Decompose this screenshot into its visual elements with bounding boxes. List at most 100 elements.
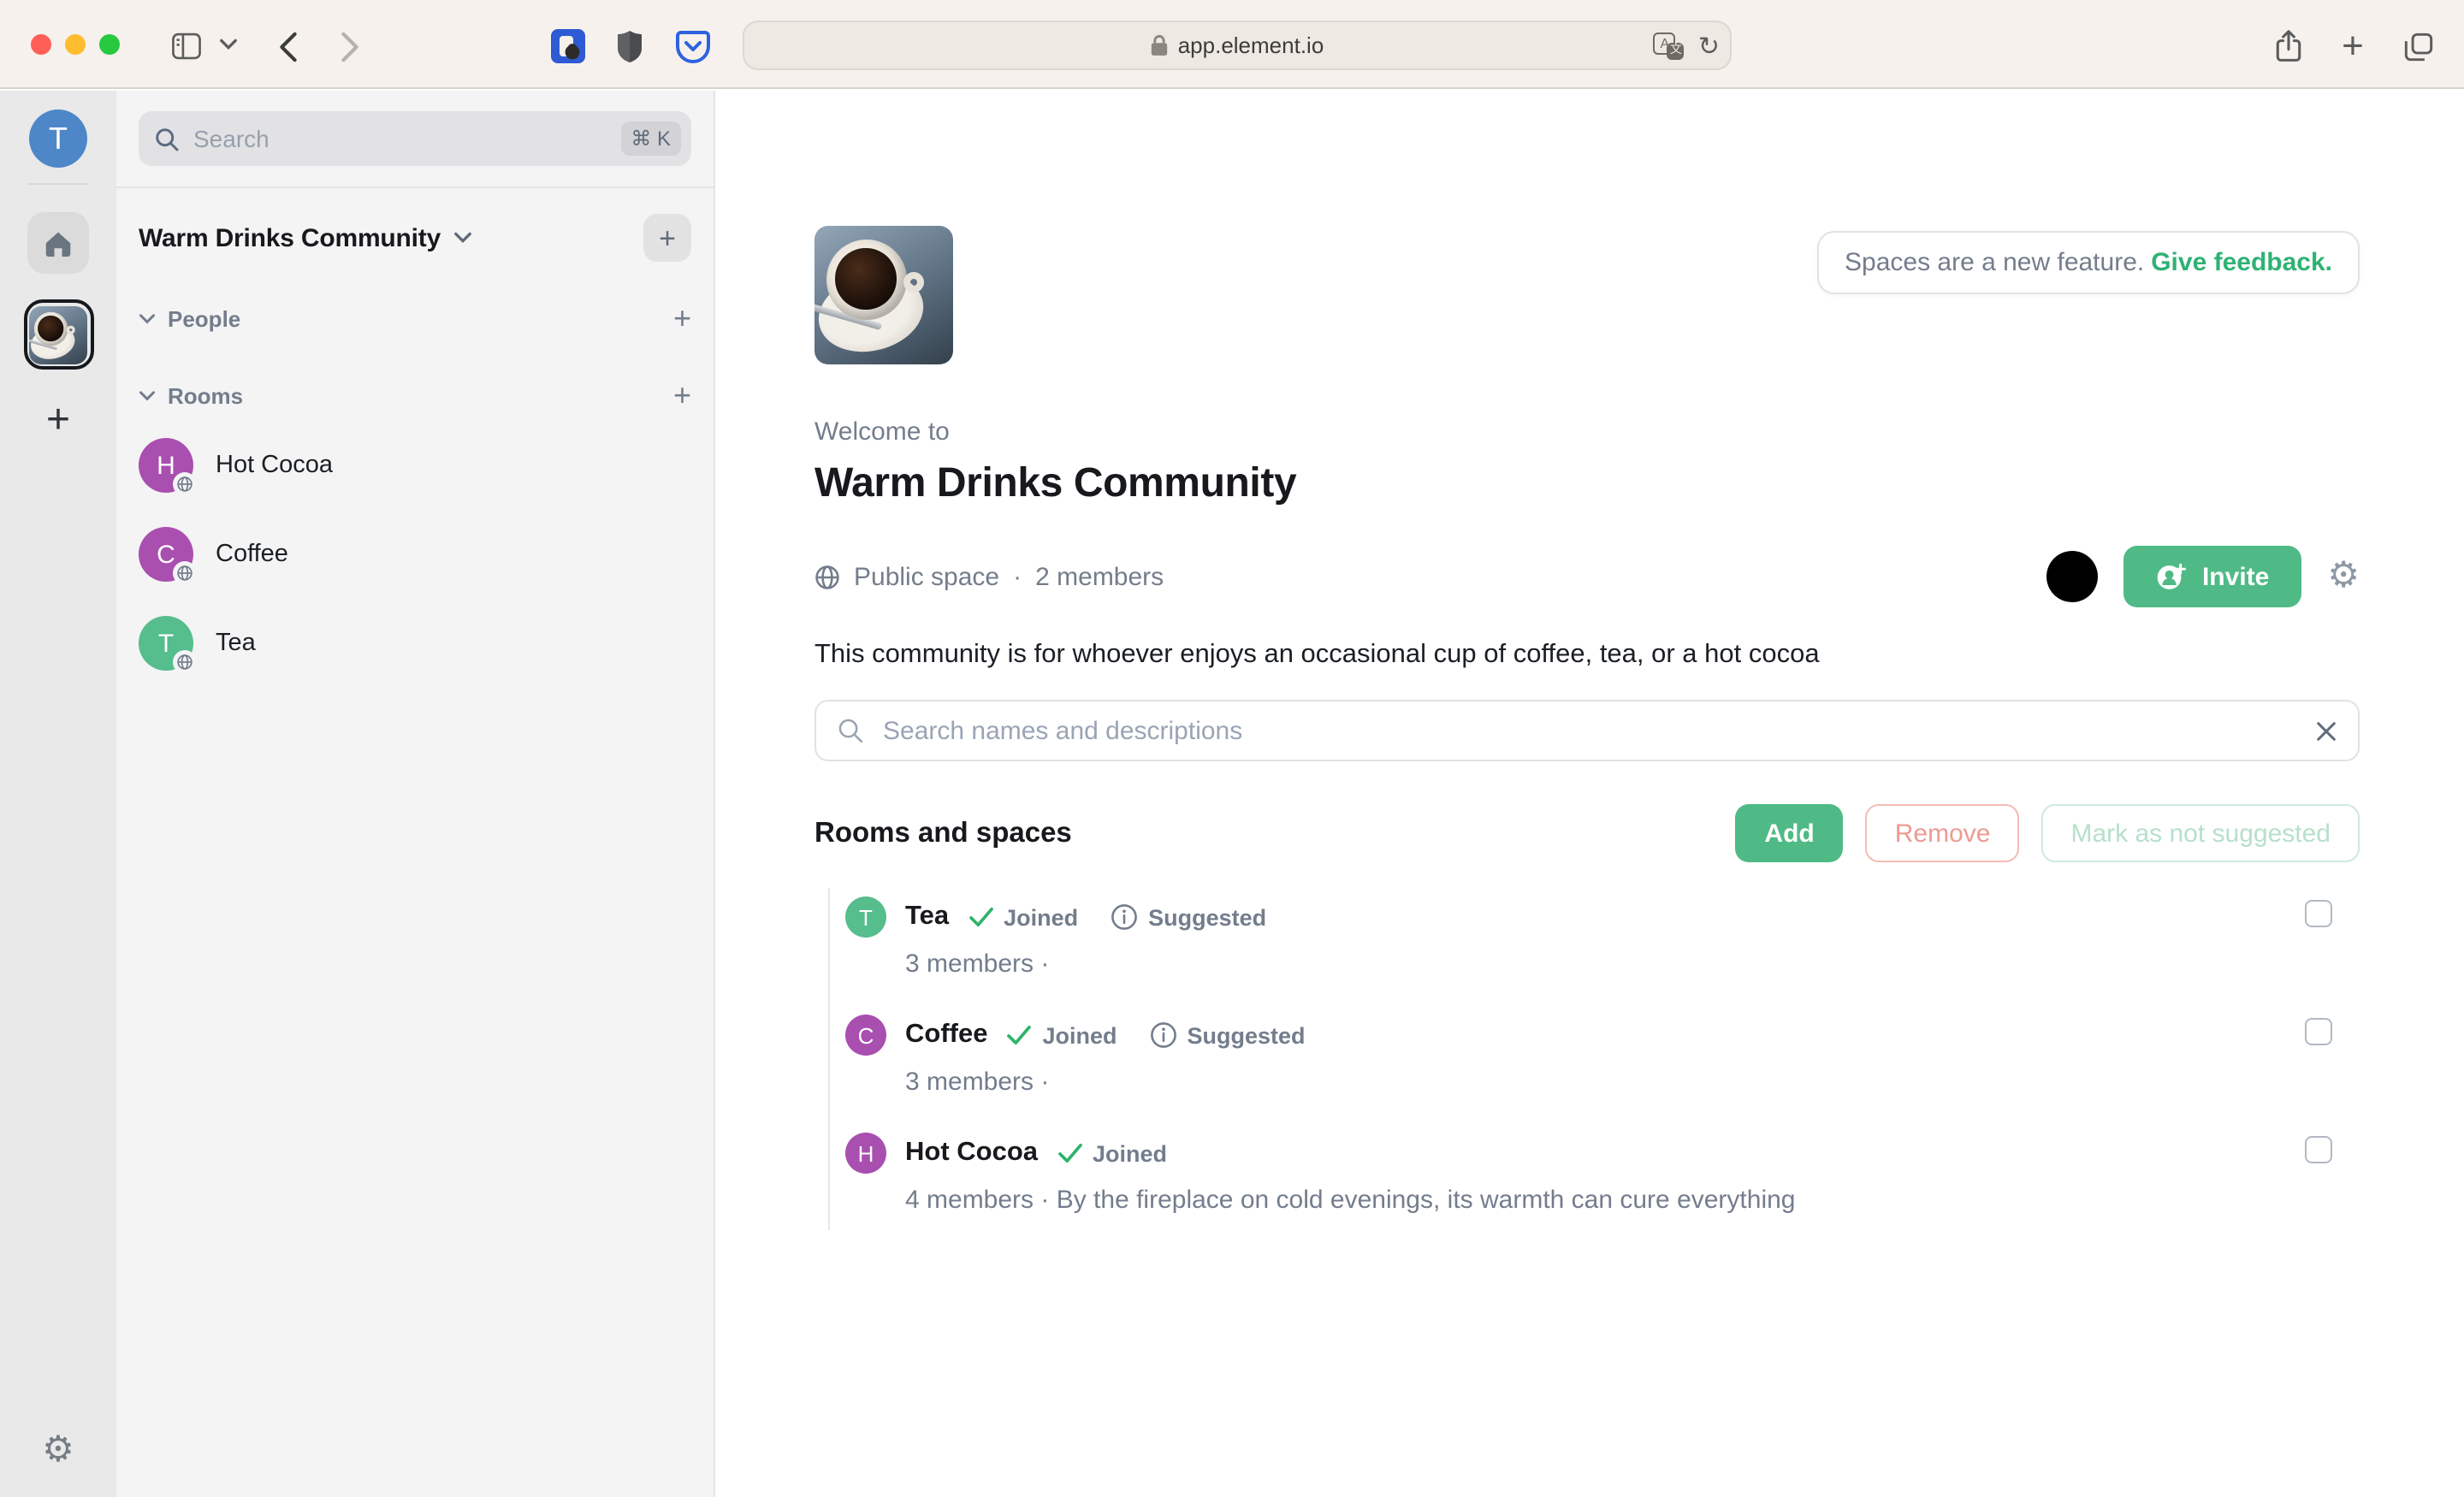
check-icon: [968, 907, 993, 927]
shield-extension-icon[interactable]: [607, 24, 652, 68]
room-avatar: C: [139, 527, 193, 582]
room-details: 3 members ·: [905, 1068, 2360, 1097]
add-to-space-button[interactable]: +: [643, 214, 691, 262]
gear-icon: ⚙: [2327, 556, 2360, 595]
chevron-down-icon[interactable]: [139, 389, 156, 401]
rooms-search-field[interactable]: [814, 700, 2360, 761]
home-button[interactable]: [27, 212, 89, 274]
room-avatar: T: [845, 896, 886, 938]
plus-icon: +: [2342, 27, 2364, 65]
settings-button[interactable]: ⚙: [42, 1432, 74, 1470]
space-image[interactable]: [814, 226, 953, 364]
clear-search-icon[interactable]: [2315, 719, 2337, 742]
joined-badge: Joined: [1057, 1140, 1167, 1166]
list-row-coffee[interactable]: C Coffee Joined Suggested 3 members: [845, 1006, 2360, 1112]
translate-icon[interactable]: A 文: [1654, 32, 1685, 59]
room-item-hot-cocoa[interactable]: H Hot Cocoa: [139, 435, 691, 496]
mark-not-suggested-button[interactable]: Mark as not suggested: [2041, 804, 2360, 862]
row-checkbox[interactable]: [2305, 1018, 2332, 1045]
room-avatar: T: [139, 616, 193, 671]
add-button[interactable]: Add: [1735, 804, 1843, 862]
space-avatar-image: [29, 305, 87, 364]
check-icon: [1057, 1143, 1082, 1163]
rooms-and-spaces-list: T Tea Joined Suggested 3 members ·: [828, 888, 2360, 1230]
room-list-panel: Search ⌘ K Warm Drinks Community + Peopl…: [116, 91, 715, 1497]
search-placeholder: Search: [193, 125, 620, 152]
spaces-sidebar: T + ⚙: [0, 91, 116, 1497]
room-details: 4 members · By the fireplace on cold eve…: [905, 1186, 2360, 1215]
add-room-button[interactable]: +: [673, 380, 691, 411]
section-rooms[interactable]: Rooms +: [139, 380, 691, 411]
room-item-coffee[interactable]: C Coffee: [139, 524, 691, 585]
space-home: Spaces are a new feature.Give feedback. …: [715, 91, 2464, 1497]
sidebar-toggle-button[interactable]: [164, 24, 209, 68]
room-name: Tea: [216, 630, 256, 657]
back-button[interactable]: [265, 24, 310, 68]
row-checkbox[interactable]: [2305, 900, 2332, 927]
check-icon: [1006, 1025, 1032, 1045]
plus-icon: +: [659, 223, 676, 252]
invite-label: Invite: [2202, 562, 2269, 591]
person-plus-icon: [2156, 562, 2187, 591]
row-checkbox[interactable]: [2305, 1136, 2332, 1163]
space-description: This community is for whoever enjoys an …: [814, 640, 2360, 671]
search-icon: [837, 717, 864, 744]
invite-button[interactable]: Invite: [2123, 546, 2301, 607]
new-tab-button[interactable]: +: [2331, 24, 2375, 68]
room-name: Hot Cocoa: [905, 1138, 1038, 1169]
space-name: Warm Drinks Community: [139, 223, 441, 252]
room-avatar-initial: H: [157, 451, 175, 480]
separator-dot: ·: [1013, 562, 1022, 591]
page-title: Warm Drinks Community: [814, 460, 2360, 508]
search-shortcut-hint: ⌘ K: [620, 121, 681, 156]
forward-button[interactable]: [327, 24, 371, 68]
section-people[interactable]: People +: [139, 303, 691, 334]
user-avatar[interactable]: T: [29, 109, 87, 168]
globe-icon: [814, 564, 840, 589]
sidebar-divider: [27, 183, 89, 185]
gear-icon: ⚙: [42, 1430, 74, 1470]
list-row-tea[interactable]: T Tea Joined Suggested 3 members ·: [845, 888, 2360, 994]
room-name: Hot Cocoa: [216, 452, 333, 479]
globe-badge-icon: [173, 472, 197, 496]
info-icon: [1111, 903, 1138, 931]
password-manager-extension-icon[interactable]: [546, 24, 590, 68]
rooms-search-input[interactable]: [880, 714, 2315, 747]
element-app: T + ⚙ Search ⌘ K: [0, 91, 2464, 1497]
visibility-label: Public space: [854, 562, 999, 591]
suggested-badge: Suggested: [1111, 903, 1266, 931]
window-minimize-button[interactable]: [65, 34, 86, 55]
list-row-hot-cocoa[interactable]: H Hot Cocoa Joined 4 members · By the fi…: [845, 1124, 2360, 1230]
search-input[interactable]: Search ⌘ K: [139, 111, 691, 166]
address-bar[interactable]: app.element.io A 文 ↻: [743, 21, 1732, 70]
pocket-extension-icon[interactable]: [671, 24, 715, 68]
chevron-down-icon[interactable]: [139, 312, 156, 324]
member-count[interactable]: 2 members: [1035, 562, 1164, 591]
remove-button[interactable]: Remove: [1866, 804, 2020, 862]
chevron-down-icon[interactable]: [453, 231, 471, 245]
member-facepile-avatar[interactable]: [2046, 551, 2098, 602]
space-settings-button[interactable]: ⚙: [2327, 558, 2360, 595]
space-header[interactable]: Warm Drinks Community +: [139, 214, 691, 262]
search-icon: [154, 126, 180, 151]
window-close-button[interactable]: [31, 34, 51, 55]
tab-overview-button[interactable]: [2396, 24, 2440, 68]
coffee-cup-photo: [814, 226, 953, 364]
room-avatar-initial: T: [859, 904, 873, 930]
add-people-button[interactable]: +: [673, 303, 691, 334]
reload-icon[interactable]: ↻: [1698, 30, 1720, 61]
welcome-label: Welcome to: [814, 417, 2360, 447]
window-zoom-button[interactable]: [99, 34, 120, 55]
rooms-and-spaces-header: Rooms and spaces Add Remove Mark as not …: [814, 804, 2360, 862]
browser-toolbar: app.element.io A 文 ↻ +: [0, 0, 2464, 89]
share-button[interactable]: [2266, 24, 2310, 68]
section-label: Rooms: [168, 382, 243, 408]
sidebar-dropdown-chevron-icon[interactable]: [212, 29, 243, 60]
space-button-warm-drinks[interactable]: [23, 299, 93, 370]
room-item-tea[interactable]: T Tea: [139, 612, 691, 674]
joined-badge: Joined: [1006, 1022, 1116, 1048]
room-avatar: C: [845, 1015, 886, 1056]
panel-divider: [116, 186, 714, 188]
create-space-button[interactable]: +: [46, 400, 70, 441]
space-meta-row: Public space · 2 members Invite ⚙: [814, 546, 2360, 607]
